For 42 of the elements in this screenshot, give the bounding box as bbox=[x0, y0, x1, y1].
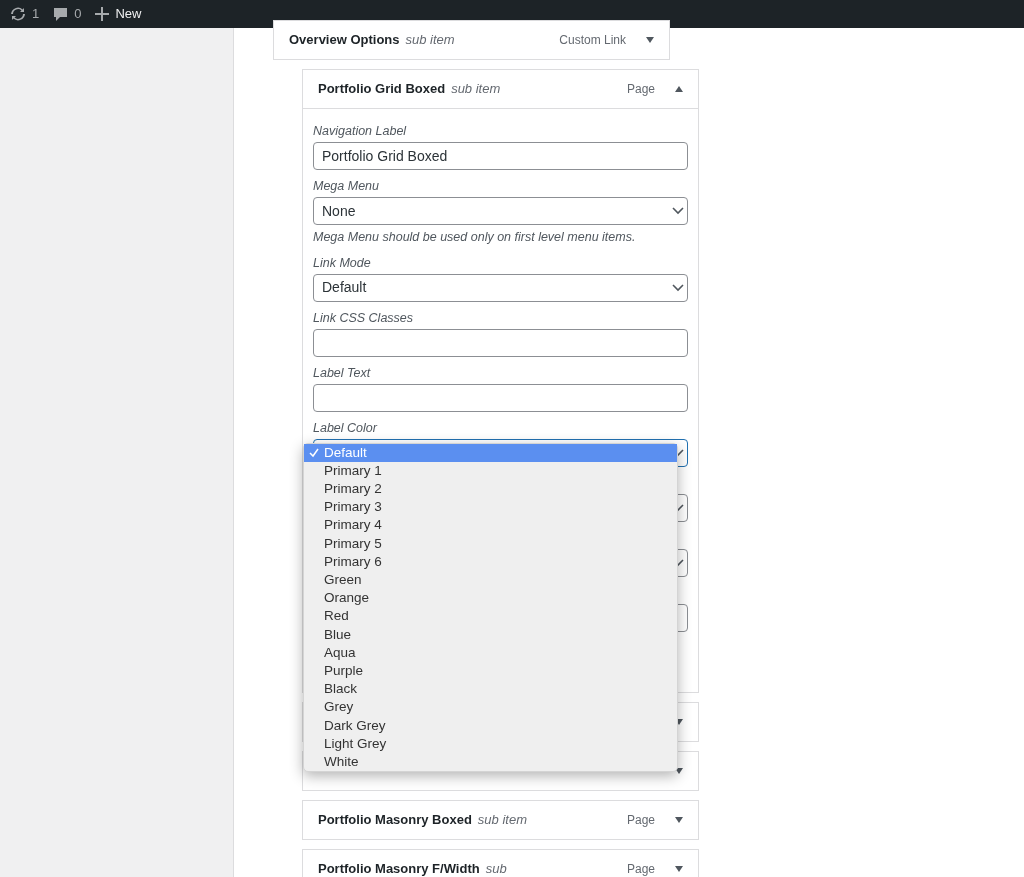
new-link[interactable]: New bbox=[115, 4, 142, 24]
dropdown-option[interactable]: Primary 2 bbox=[304, 480, 677, 499]
count-label: 0 bbox=[74, 5, 82, 24]
item-tag: sub item bbox=[451, 79, 501, 99]
field-label: Label Color bbox=[313, 419, 379, 436]
select-field[interactable]: None bbox=[313, 197, 688, 225]
menu-item-title: Portfolio Grid Boxed bbox=[318, 80, 446, 99]
dropdown-option[interactable]: Black bbox=[304, 680, 677, 699]
field-label: Link CSS Classes bbox=[313, 309, 415, 326]
dropdown-option[interactable]: Grey bbox=[304, 698, 677, 717]
item-type: Page bbox=[626, 81, 655, 98]
menu-item-title: Portfolio Masonry F/Width bbox=[318, 860, 480, 877]
dropdown-option[interactable]: Light Grey bbox=[304, 734, 677, 753]
item-type: Page bbox=[626, 860, 655, 877]
item-tag: sub bbox=[485, 859, 507, 877]
item-type: Custom Link bbox=[559, 32, 626, 49]
dropdown-option[interactable]: Primary 4 bbox=[304, 516, 677, 535]
field-label: Label Text bbox=[313, 364, 372, 381]
field-label: Mega Menu bbox=[313, 178, 380, 194]
dropdown-option[interactable]: Primary 3 bbox=[304, 498, 677, 517]
field-label: Navigation Label bbox=[313, 123, 408, 139]
dropdown-option[interactable]: Primary 1 bbox=[304, 461, 677, 481]
item-type: Page bbox=[626, 811, 655, 829]
dropdown-option[interactable]: Purple bbox=[304, 662, 677, 681]
menu-item-title: Portfolio Masonry Boxed bbox=[318, 811, 472, 829]
dropdown-option[interactable]: Primary 6 bbox=[304, 552, 677, 572]
item-tag: sub item bbox=[405, 30, 455, 50]
dropdown-option[interactable]: Red bbox=[304, 607, 677, 626]
count-label: 1 bbox=[32, 5, 40, 24]
dropdown-option[interactable]: Blue bbox=[304, 625, 677, 644]
select-field[interactable]: Default bbox=[313, 273, 688, 302]
dropdown-option[interactable]: Aqua bbox=[304, 643, 677, 662]
item-tag: sub item bbox=[477, 810, 527, 830]
dropdown-option[interactable]: Dark Grey bbox=[304, 716, 677, 735]
dropdown-option[interactable]: White bbox=[304, 752, 677, 772]
dropdown-option[interactable]: Orange bbox=[304, 589, 677, 608]
input-field[interactable]: Portfolio Grid Boxed bbox=[313, 142, 688, 170]
menu-item-title: Overview Options bbox=[289, 31, 400, 50]
field-label: Link Mode bbox=[313, 254, 372, 271]
hint-text: Mega Menu should be used only on first level menu items. bbox=[313, 229, 637, 246]
dropdown-option[interactable]: Primary 5 bbox=[304, 534, 677, 553]
dropdown-option[interactable]: Green bbox=[304, 571, 677, 590]
